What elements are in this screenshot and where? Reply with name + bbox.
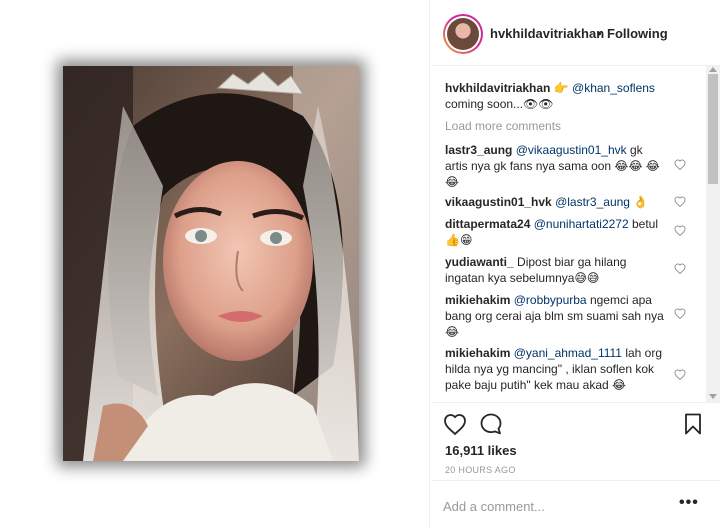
header-username[interactable]: hvkhildavitriakhan [490, 26, 604, 41]
load-more-comments-link[interactable]: Load more comments [445, 119, 561, 133]
post-header: hvkhildavitriakhan • Following [431, 0, 720, 66]
comment-like-heart-icon[interactable] [674, 196, 686, 207]
comment-username[interactable]: yudiawanti_ [445, 255, 514, 269]
comment-like-heart-icon[interactable] [674, 225, 686, 236]
avatar-image [447, 18, 479, 50]
comment-like-heart-icon[interactable] [674, 308, 686, 319]
comment-mention[interactable]: @yani_ahmad_1111 [514, 346, 622, 360]
comments-scrollbar[interactable] [706, 66, 720, 402]
comment: mikiehakim @robbypurba ngemci apa bang o… [445, 292, 667, 340]
header-separator: • [597, 26, 602, 41]
comment-username[interactable]: dittapermata24 [445, 217, 530, 231]
comment-like-heart-icon[interactable] [674, 263, 686, 274]
caption-mention[interactable]: @khan_soflens [572, 81, 655, 95]
following-button[interactable]: Following [607, 26, 668, 41]
scroll-up-arrow-icon[interactable] [709, 67, 717, 72]
comment-like-heart-icon[interactable] [674, 369, 686, 380]
comment-username[interactable]: lastr3_aung [445, 143, 512, 157]
comment-bubble-icon[interactable] [479, 412, 503, 436]
bookmark-icon[interactable] [681, 412, 705, 436]
comment: yudiawanti_ Dipost biar ga hilang ingata… [445, 254, 667, 286]
comment-mention[interactable]: @robbypurba [514, 293, 587, 307]
comment-username[interactable]: vikaagustin01_hvk [445, 195, 552, 209]
post-photo[interactable] [63, 66, 359, 461]
caption: hvkhildavitriakhan 👉 @khan_soflens comin… [445, 80, 695, 112]
post-sidebar: hvkhildavitriakhan • Following hvkhildav… [431, 0, 720, 528]
post-photo-image [63, 66, 359, 461]
likes-count[interactable]: 16,911 likes [445, 443, 517, 458]
comment-username[interactable]: mikiehakim [445, 346, 510, 360]
caption-text: coming soon...👁👁 [445, 97, 554, 111]
post-timestamp[interactable]: 20 HOURS AGO [445, 465, 516, 475]
more-options-icon[interactable]: ••• [679, 494, 699, 512]
comment-mention[interactable]: @vikaagustin01_hvk [516, 143, 627, 157]
comment-like-heart-icon[interactable] [674, 159, 686, 170]
comments-list: hvkhildavitriakhan 👉 @khan_soflens comin… [431, 66, 708, 402]
scroll-down-arrow-icon[interactable] [709, 394, 717, 399]
add-comment-bar: ••• [431, 480, 720, 528]
comment-mention[interactable]: @lastr3_aung [555, 195, 630, 209]
comment-username[interactable]: mikiehakim [445, 293, 510, 307]
add-comment-input[interactable] [443, 497, 663, 515]
avatar[interactable] [443, 14, 483, 54]
media-panel [0, 0, 430, 528]
pointing-emoji: 👉 [553, 81, 569, 95]
comment: dittapermata24 @nunihartati2272 betul 👍😁 [445, 216, 667, 248]
heart-icon[interactable] [443, 412, 467, 436]
comment: lastr3_aung @vikaagustin01_hvk gk artis … [445, 142, 667, 190]
caption-username[interactable]: hvkhildavitriakhan [445, 81, 550, 95]
scrollbar-thumb[interactable] [708, 74, 718, 184]
comment: vikaagustin01_hvk @lastr3_aung 👌 [445, 194, 667, 210]
avatar-ring [445, 16, 481, 52]
comment-text: 👌 [629, 195, 649, 209]
post-actions: 16,911 likes 20 HOURS AGO [431, 402, 720, 478]
comment-mention[interactable]: @nunihartati2272 [534, 217, 629, 231]
comment: mikiehakim @yani_ahmad_1111 lah org hild… [445, 345, 667, 393]
